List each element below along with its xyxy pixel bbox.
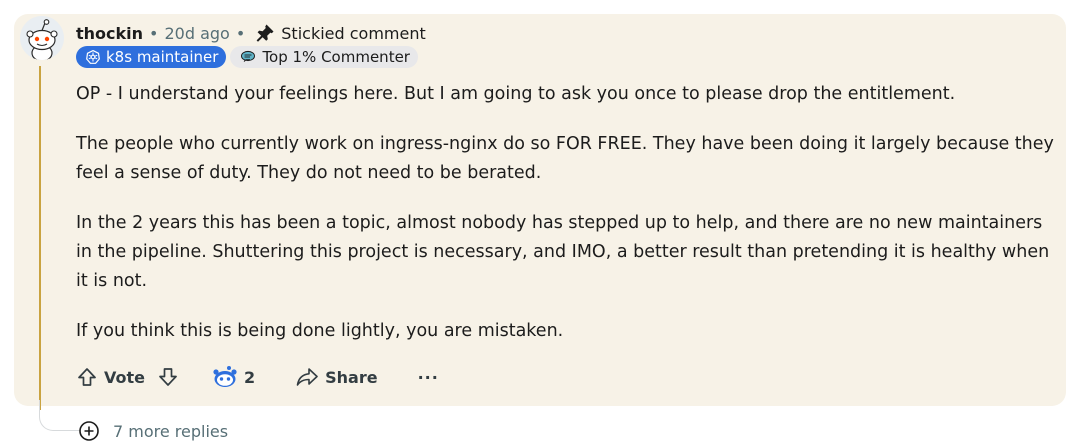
award-button[interactable]: 2 <box>212 365 255 389</box>
meta-separator: • <box>235 23 246 43</box>
meta-separator: • <box>149 23 159 43</box>
more-options-button[interactable]: ··· <box>418 368 439 387</box>
comment-actions: Vote 2 Share ··· <box>76 362 439 392</box>
upvote-arrow-icon[interactable] <box>76 366 98 388</box>
flair-label: Top 1% Commenter <box>262 48 410 66</box>
comment-paragraph: OP - I understand your feelings here. Bu… <box>76 84 956 104</box>
stickied-label: Stickied comment <box>281 23 426 43</box>
more-replies-label: 7 more replies <box>113 421 229 441</box>
flair-top-commenter[interactable]: Top 1% Commenter <box>230 46 418 68</box>
avatar[interactable] <box>20 16 64 60</box>
comment-paragraph: If you think this is being done lightly,… <box>76 321 564 341</box>
share-button[interactable]: Share <box>295 366 378 388</box>
thread-line[interactable] <box>39 66 41 410</box>
vote-group: Vote <box>76 366 179 388</box>
top-commenter-icon <box>241 50 256 62</box>
plus-circle-icon <box>79 421 99 441</box>
comment-paragraph: The people who currently work on ingress… <box>76 134 1054 183</box>
flair-k8s-maintainer[interactable]: k8s maintainer <box>76 46 227 68</box>
flair-label: k8s maintainer <box>106 48 219 66</box>
more-replies-button[interactable]: 7 more replies <box>78 420 228 442</box>
thread-connector <box>39 400 80 431</box>
award-icon <box>213 366 237 387</box>
snoo-avatar-icon <box>20 16 64 60</box>
comment-body: OP - I understand your feelings here. Bu… <box>76 80 1056 367</box>
comment-age[interactable]: 20d ago <box>164 24 229 43</box>
vote-label: Vote <box>104 367 145 387</box>
comment-meta: thockin • 20d ago • Stickied comment <box>76 21 426 45</box>
share-label: Share <box>325 367 378 387</box>
pin-icon <box>255 23 275 43</box>
user-flairs: k8s maintainer Top 1% Commenter <box>76 46 418 68</box>
share-icon <box>296 368 318 386</box>
kubernetes-icon <box>86 50 100 64</box>
downvote-arrow-icon[interactable] <box>157 366 179 388</box>
award-count: 2 <box>244 367 256 387</box>
username-link[interactable]: thockin <box>76 24 143 43</box>
more-options-icon: ··· <box>417 367 439 387</box>
comment-paragraph: In the 2 years this has been a topic, al… <box>76 213 1050 291</box>
